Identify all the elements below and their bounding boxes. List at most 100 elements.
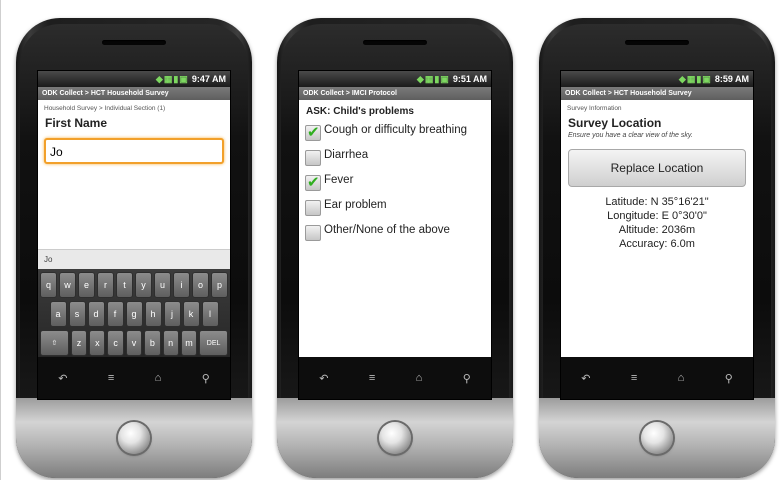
accuracy-text: Accuracy: 6.0m [619,238,695,250]
signal-icons: ◆▦▮▣ [155,73,189,84]
longitude-text: Longitude: E 0°30'0" [607,210,707,222]
status-bar: ◆▦▮▣ 9:51 AM [299,71,491,87]
key-x[interactable]: x [89,330,106,356]
phone-first-name: ◆▦▮▣ 9:47 AM ODK Collect > HCT Household… [16,18,252,478]
checkbox-label: Cough or difficulty breathing [324,124,467,136]
menu-icon[interactable]: ≡ [108,372,114,384]
status-bar: ◆▦▮▣ 9:47 AM [38,71,230,87]
signal-icons: ◆▦▮▣ [678,73,712,84]
keyboard-row: asdfghjkl [40,301,228,327]
location-readout: Latitude: N 35°16'21" Longitude: E 0°30'… [561,187,753,251]
trackball[interactable] [641,422,673,454]
checkbox-unchecked-icon[interactable] [305,200,321,216]
key-o[interactable]: o [192,272,209,298]
key-h[interactable]: h [144,301,162,327]
checkbox-label: Diarrhea [324,149,369,161]
key-f[interactable]: f [106,301,124,327]
key-v[interactable]: v [125,330,143,356]
latitude-text: Latitude: N 35°16'21" [605,196,709,208]
screen: ◆▦▮▣ 9:47 AM ODK Collect > HCT Household… [37,70,231,400]
question-label: ASK: Child's problems [306,106,414,117]
status-bar: ◆▦▮▣ 8:59 AM [561,71,753,87]
key-n[interactable]: n [162,330,179,356]
key-p[interactable]: p [211,272,228,298]
soft-keyboard: qwertyuiop asdfghjkl ⇧zxcvbnmDEL ?123,⎵.… [38,269,230,385]
checkbox-unchecked-icon[interactable] [305,150,321,166]
earpiece [625,40,689,45]
earpiece [363,40,427,45]
trackball[interactable] [379,422,411,454]
key-i[interactable]: i [173,272,190,298]
phone-survey-location: ◆▦▮▣ 8:59 AM ODK Collect > HCT Household… [539,18,775,478]
checkbox-label: Other/None of the above [324,224,450,236]
key-s[interactable]: s [68,301,86,327]
checkbox-label: Fever [324,174,354,186]
key-y[interactable]: y [135,272,152,298]
key-a[interactable]: a [49,301,67,327]
status-time: 9:47 AM [191,74,226,84]
key-q[interactable]: q [40,272,57,298]
phone-childs-problems: ◆▦▮▣ 9:51 AM ODK Collect > IMCI Protocol… [277,18,513,478]
search-icon[interactable]: ⚲ [463,372,471,385]
suggestion-strip[interactable]: Jo [38,249,230,269]
screen: ◆▦▮▣ 9:51 AM ODK Collect > IMCI Protocol… [298,70,492,400]
key-g[interactable]: g [125,301,143,327]
status-time: 8:59 AM [714,74,749,84]
checkbox-option[interactable]: Fever [299,169,491,194]
key-z[interactable]: z [70,330,88,356]
checkbox-checked-icon[interactable] [305,123,321,141]
question-hint: Ensure you have a clear view of the sky. [568,132,693,139]
screenshot: ◆▦▮▣ 9:47 AM ODK Collect > HCT Household… [0,0,780,480]
key-u[interactable]: u [154,272,171,298]
checkbox-unchecked-icon[interactable] [305,225,321,241]
screen: ◆▦▮▣ 8:59 AM ODK Collect > HCT Household… [560,70,754,400]
soft-keys: ↶ ≡ ⌂ ⚲ [38,357,230,399]
home-icon[interactable]: ⌂ [678,372,685,384]
keyboard-row: ⇧ z x c v b n m DEL [40,330,228,356]
key-w[interactable]: w [59,272,76,298]
key-t[interactable]: t [116,272,133,298]
breadcrumb: Survey Information [567,105,622,112]
home-icon[interactable]: ⌂ [155,372,162,384]
menu-icon[interactable]: ≡ [631,372,637,384]
key-del[interactable]: DEL [199,330,228,356]
home-icon[interactable]: ⌂ [416,372,423,384]
key-l[interactable]: l [201,301,219,327]
search-icon[interactable]: ⚲ [725,372,733,385]
key-d[interactable]: d [87,301,105,327]
replace-location-button[interactable]: Replace Location [568,149,746,187]
question-label: First Name [45,116,108,130]
checkbox-label: Ear problem [324,199,387,211]
signal-icons: ◆▦▮▣ [416,73,450,84]
key-shift[interactable]: ⇧ [40,330,69,356]
app-title: ODK Collect > HCT Household Survey [561,87,753,100]
key-m[interactable]: m [180,330,198,356]
back-icon[interactable]: ↶ [581,372,590,385]
soft-keys: ↶ ≡ ⌂ ⚲ [561,357,753,399]
checkbox-option[interactable]: Cough or difficulty breathing [299,119,491,144]
key-r[interactable]: r [97,272,114,298]
key-c[interactable]: c [107,330,124,356]
key-e[interactable]: e [78,272,95,298]
app-title: ODK Collect > HCT Household Survey [38,87,230,100]
key-k[interactable]: k [182,301,200,327]
trackball[interactable] [118,422,150,454]
earpiece [102,40,166,45]
checkbox-option[interactable]: Diarrhea [299,144,491,169]
altitude-text: Altitude: 2036m [618,224,696,236]
checkbox-option[interactable]: Other/None of the above [299,219,491,244]
key-j[interactable]: j [163,301,181,327]
back-icon[interactable]: ↶ [319,372,328,385]
keyboard-row: qwertyuiop [40,272,228,298]
breadcrumb: Household Survey > Individual Section (1… [44,105,166,112]
checkbox-option[interactable]: Ear problem [299,194,491,219]
checkbox-checked-icon[interactable] [305,173,321,191]
menu-icon[interactable]: ≡ [369,372,375,384]
key-b[interactable]: b [144,330,161,356]
first-name-input[interactable]: Jo [44,138,224,164]
app-title: ODK Collect > IMCI Protocol [299,87,491,100]
search-icon[interactable]: ⚲ [202,372,210,385]
soft-keys: ↶ ≡ ⌂ ⚲ [299,357,491,399]
back-icon[interactable]: ↶ [58,372,67,385]
question-label: Survey Location [568,116,662,130]
